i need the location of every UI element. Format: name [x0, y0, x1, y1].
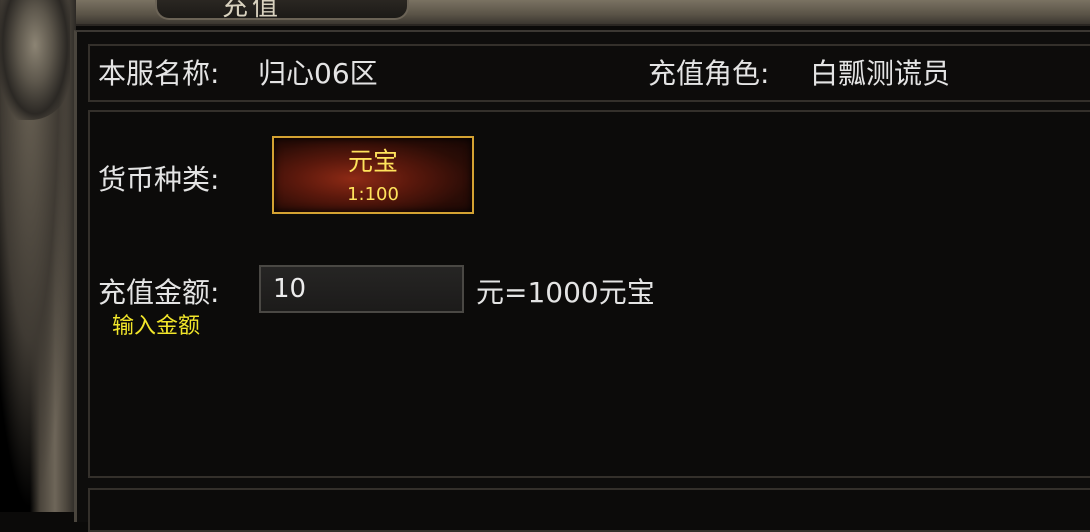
currency-option-yuanbao-button[interactable]: 元宝 1:100: [272, 136, 474, 214]
recharge-amount-input[interactable]: [259, 265, 464, 313]
server-name-value: 归心06区: [258, 57, 378, 90]
window-title: 充值: [222, 0, 283, 22]
bottom-area: [88, 488, 1090, 532]
recharge-role-value: 白瓢测谎员: [810, 57, 951, 90]
recharge-amount-label: 充值金额:: [98, 276, 220, 309]
currency-name: 元宝: [347, 147, 398, 176]
currency-ratio: 1:100: [347, 184, 399, 205]
server-name-label: 本服名称:: [98, 57, 220, 90]
input-amount-hint: 输入金额: [112, 314, 201, 339]
conversion-result-text: 元=1000元宝: [476, 276, 655, 309]
dragon-ornament-icon: [0, 0, 70, 120]
currency-type-label: 货币种类:: [98, 163, 220, 196]
recharge-role-label: 充值角色:: [648, 57, 770, 90]
